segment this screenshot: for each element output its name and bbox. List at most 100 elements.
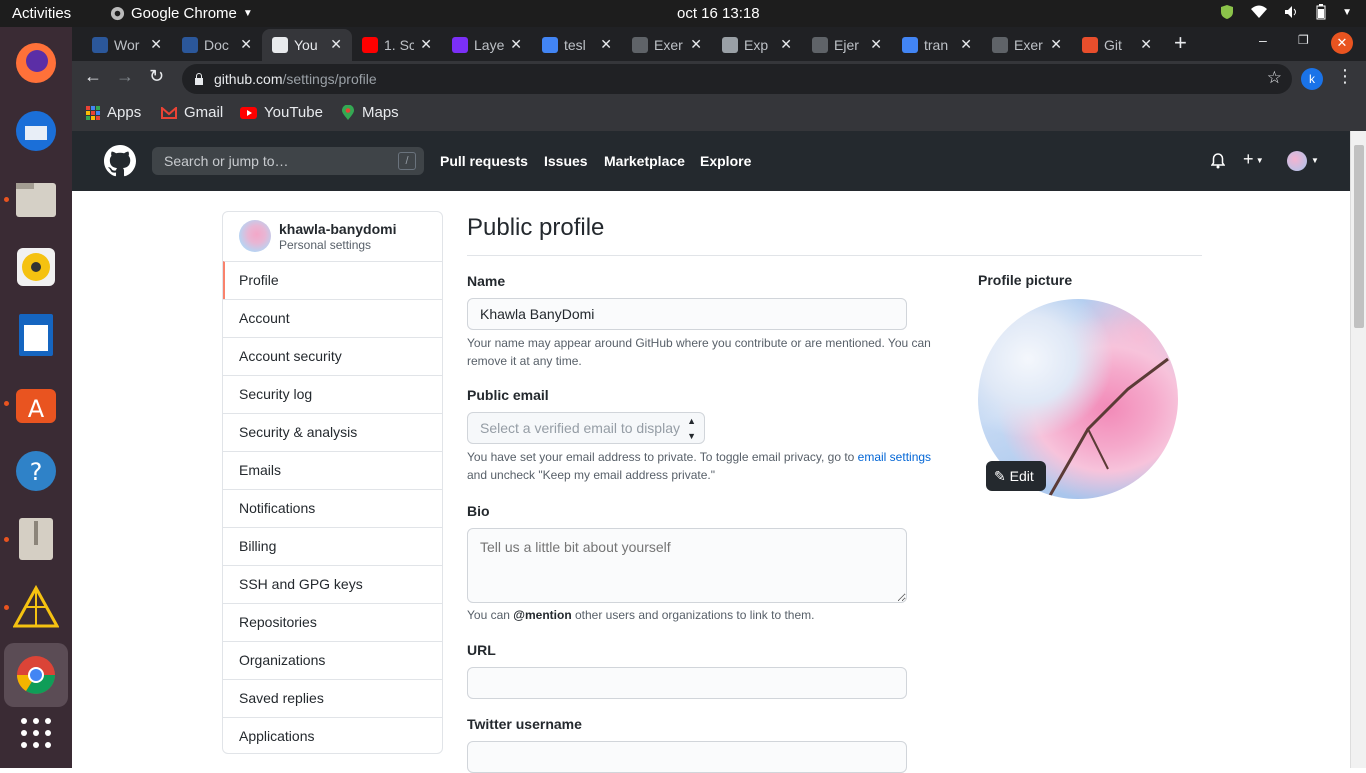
sidebar-item-emails[interactable]: Emails <box>223 451 442 489</box>
close-window-button[interactable]: ✕ <box>1331 32 1353 54</box>
new-tab-button[interactable]: + <box>1174 30 1187 56</box>
url-label: URL <box>467 642 496 658</box>
search-input[interactable]: Search or jump to… / <box>152 147 424 175</box>
sidebar-item-repositories[interactable]: Repositories <box>223 603 442 641</box>
app-menu[interactable]: Google Chrome ▼ <box>110 5 253 22</box>
archive-icon[interactable] <box>11 514 61 564</box>
github-logo-icon[interactable] <box>104 145 136 177</box>
firefox-icon[interactable] <box>11 38 61 88</box>
sidebar-item-applications[interactable]: Applications <box>223 717 442 753</box>
minimize-button[interactable]: – <box>1259 32 1267 48</box>
tab-7[interactable]: Exp ✕ <box>712 29 802 61</box>
writer-icon[interactable] <box>11 310 61 360</box>
sidebar-item-account-security[interactable]: Account security <box>223 337 442 375</box>
files-icon[interactable] <box>11 174 61 224</box>
tab-favicon-icon <box>362 37 378 53</box>
sidebar-item-account[interactable]: Account <box>223 299 442 337</box>
close-tab-icon[interactable]: ✕ <box>150 36 162 53</box>
tab-2[interactable]: You ✕ <box>262 29 352 61</box>
star-icon[interactable]: ☆ <box>1267 68 1282 88</box>
chrome-icon <box>110 6 125 21</box>
tab-4[interactable]: Laye ✕ <box>442 29 532 61</box>
tab-favicon-icon <box>812 37 828 53</box>
close-tab-icon[interactable]: ✕ <box>870 36 882 53</box>
bell-icon[interactable] <box>1211 153 1225 169</box>
chrome-dock-icon[interactable] <box>4 643 68 707</box>
tab-11[interactable]: Git ✕ <box>1072 29 1162 61</box>
back-icon[interactable]: ← <box>84 66 102 87</box>
forward-icon[interactable]: → <box>116 66 134 87</box>
personal-settings-label: Personal settings <box>279 238 372 252</box>
user-avatar[interactable] <box>1287 151 1307 171</box>
thunderbird-icon[interactable] <box>11 106 61 156</box>
close-tab-icon[interactable]: ✕ <box>1050 36 1062 53</box>
running-indicator <box>4 401 9 406</box>
bookmark-gmail[interactable]: Gmail <box>161 104 223 121</box>
sidebar-item-saved-replies[interactable]: Saved replies <box>223 679 442 717</box>
bio-textarea[interactable] <box>467 528 907 603</box>
username[interactable]: khawla-banydomi <box>279 221 396 237</box>
sidebar-item-organizations[interactable]: Organizations <box>223 641 442 679</box>
tab-8[interactable]: Ejer ✕ <box>802 29 892 61</box>
tab-title: Wor <box>114 37 140 53</box>
name-input[interactable] <box>467 298 907 330</box>
sidebar-item-security-log[interactable]: Security log <box>223 375 442 413</box>
close-tab-icon[interactable]: ✕ <box>510 36 522 53</box>
close-tab-icon[interactable]: ✕ <box>330 36 342 53</box>
bookmark-maps[interactable]: Maps <box>341 104 399 121</box>
public-email-label: Public email <box>467 387 549 403</box>
omnibox[interactable]: github.com/settings/profile ☆ <box>182 64 1292 94</box>
geogebra-icon[interactable] <box>11 582 61 632</box>
tab-6[interactable]: Exer ✕ <box>622 29 712 61</box>
page-scrollbar[interactable] <box>1350 131 1366 768</box>
maximize-button[interactable]: ❐ <box>1298 33 1309 47</box>
nav-explore[interactable]: Explore <box>700 153 751 169</box>
tab-3[interactable]: 1. Sc ✕ <box>352 29 442 61</box>
create-new-icon[interactable]: + ▼ <box>1243 149 1264 170</box>
nav-issues[interactable]: Issues <box>544 153 588 169</box>
system-top-bar: Activities Google Chrome ▼ oct 16 13:18 … <box>0 0 1366 27</box>
sidebar-item-ssh-and-gpg-keys[interactable]: SSH and GPG keys <box>223 565 442 603</box>
sidebar-item-notifications[interactable]: Notifications <box>223 489 442 527</box>
url-input[interactable] <box>467 667 907 699</box>
show-apps-icon[interactable] <box>11 708 61 758</box>
activities-button[interactable]: Activities <box>12 5 71 22</box>
tab-9[interactable]: tran ✕ <box>892 29 982 61</box>
public-email-select[interactable]: Select a verified email to display ▲ ▼ <box>467 412 705 444</box>
close-tab-icon[interactable]: ✕ <box>780 36 792 53</box>
edit-picture-button[interactable]: ✎ Edit <box>986 461 1046 491</box>
close-tab-icon[interactable]: ✕ <box>600 36 612 53</box>
system-tray[interactable]: ▼ <box>1220 4 1352 20</box>
bookmark-label: Gmail <box>184 104 224 121</box>
tab-0[interactable]: Wor ✕ <box>82 29 172 61</box>
kebab-menu-icon[interactable]: ⋮ <box>1336 66 1354 87</box>
tab-5[interactable]: tesl ✕ <box>532 29 622 61</box>
close-tab-icon[interactable]: ✕ <box>420 36 432 53</box>
nav-pull-requests[interactable]: Pull requests <box>440 153 528 169</box>
close-tab-icon[interactable]: ✕ <box>240 36 252 53</box>
nav-marketplace[interactable]: Marketplace <box>604 153 685 169</box>
settings-sidebar: khawla-banydomi Personal settings Profil… <box>222 211 443 754</box>
rhythmbox-icon[interactable] <box>11 242 61 292</box>
sidebar-item-security-analysis[interactable]: Security & analysis <box>223 413 442 451</box>
bookmark-apps[interactable]: Apps <box>86 104 141 121</box>
sidebar-item-billing[interactable]: Billing <box>223 527 442 565</box>
close-tab-icon[interactable]: ✕ <box>690 36 702 53</box>
close-tab-icon[interactable]: ✕ <box>1140 36 1152 53</box>
tab-10[interactable]: Exer ✕ <box>982 29 1072 61</box>
help-icon[interactable]: ? <box>11 446 61 496</box>
tab-1[interactable]: Doc ✕ <box>172 29 262 61</box>
sidebar-item-profile[interactable]: Profile <box>223 261 442 299</box>
scrollbar-thumb[interactable] <box>1354 145 1364 328</box>
clock[interactable]: oct 16 13:18 <box>677 5 760 22</box>
close-tab-icon[interactable]: ✕ <box>960 36 972 53</box>
tab-favicon-icon <box>92 37 108 53</box>
software-center-icon[interactable]: A <box>11 378 61 428</box>
tab-favicon-icon <box>632 37 648 53</box>
profile-avatar[interactable]: k <box>1301 68 1323 90</box>
twitter-input[interactable] <box>467 741 907 773</box>
email-settings-link[interactable]: email settings <box>858 450 931 464</box>
reload-icon[interactable]: ↻ <box>149 66 164 87</box>
tab-title: Exer <box>654 37 683 53</box>
bookmark-youtube[interactable]: YouTube <box>240 104 323 121</box>
